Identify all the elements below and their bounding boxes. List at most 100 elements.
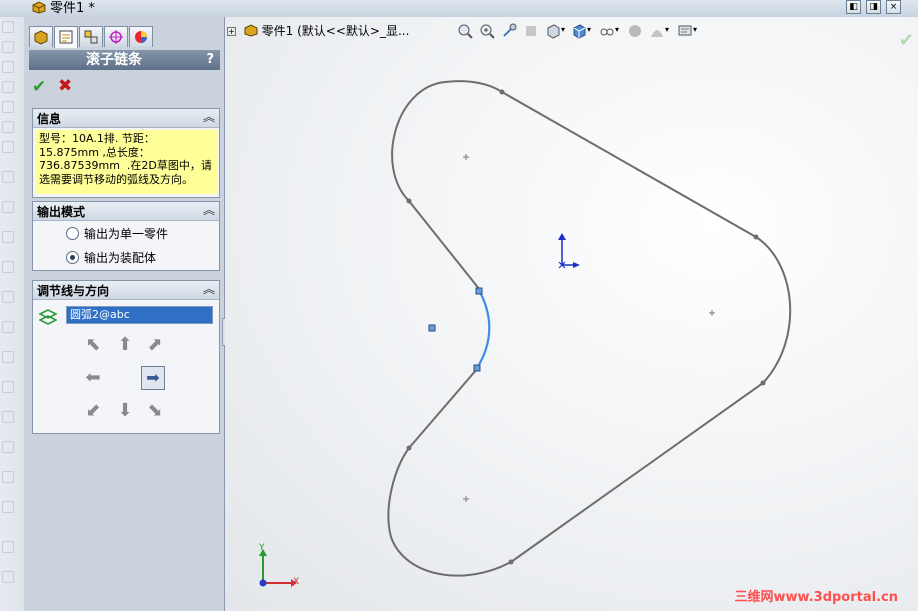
group-label: 信息 — [37, 112, 62, 126]
sketch-point — [499, 89, 505, 95]
watermark: 三维网www.3dportal.cn — [734, 590, 898, 605]
close-button[interactable]: × — [886, 0, 901, 14]
arrow-down-button[interactable]: ⬇ — [115, 400, 135, 421]
arrow-up-button[interactable]: ⬆ — [115, 334, 135, 355]
group-label: 调节线与方向 — [37, 284, 110, 298]
tool-icon[interactable] — [2, 541, 14, 553]
arrow-down-left-button[interactable]: ⬋ — [83, 400, 103, 421]
tool-icon[interactable] — [2, 81, 14, 93]
arc-endpoint-handle — [473, 364, 481, 372]
configuration-icon — [84, 30, 98, 44]
radio-button[interactable] — [66, 227, 79, 240]
radio-label: 输出为单一零件 — [84, 227, 169, 241]
tool-icon[interactable] — [2, 41, 14, 53]
radio-single-part[interactable]: 输出为单一零件 — [66, 225, 168, 242]
selection-box[interactable]: 圆弧2@abc — [66, 306, 213, 324]
feature-tree-icon — [34, 30, 48, 45]
color-wheel-icon — [135, 31, 147, 43]
selected-arc-points — [428, 287, 483, 372]
restore-button[interactable]: ◧ — [846, 0, 861, 14]
sketch-point — [753, 234, 759, 240]
tool-icon[interactable] — [2, 231, 14, 243]
help-icon[interactable]: ? — [206, 50, 214, 70]
collapse-chevron-icon[interactable]: ︽ — [203, 280, 215, 297]
tool-icon[interactable] — [2, 501, 14, 513]
tool-icon[interactable] — [2, 101, 14, 113]
sketch-origin-icon — [558, 233, 580, 269]
sketch-arc — [755, 236, 792, 384]
adjust-group-header[interactable]: 调节线与方向 ︽ — [33, 281, 219, 300]
collapse-chevron-icon[interactable]: ︽ — [203, 201, 215, 218]
tool-icon[interactable] — [2, 571, 14, 583]
tool-icon[interactable] — [2, 61, 14, 73]
part-document-icon — [32, 1, 46, 14]
radio-assembly[interactable]: 输出为装配体 — [66, 249, 156, 266]
reference-triad-icon — [259, 549, 297, 587]
property-sheet-icon — [59, 30, 73, 44]
tool-icon[interactable] — [2, 21, 14, 33]
center-mark — [463, 496, 469, 502]
tool-icon[interactable] — [2, 171, 14, 183]
tool-icon[interactable] — [2, 321, 14, 333]
graphics-area[interactable]: + 零件1 (默认<<默认>_显... ▾ ▾ ▾ ▾ ▾ ✔ Y X 三维网w… — [225, 17, 918, 611]
triad-x-label: X — [293, 577, 300, 587]
sketch-segment — [510, 382, 764, 563]
center-mark — [709, 310, 715, 316]
info-group-header[interactable]: 信息 ︽ — [33, 109, 219, 128]
chain-path-sketch — [387, 80, 792, 577]
radio-label: 输出为装配体 — [84, 251, 157, 265]
arrow-right-button[interactable]: ➡ — [141, 366, 165, 390]
sketch-toolbar-strip — [0, 17, 25, 611]
selection-list-icon — [39, 309, 57, 325]
group-label: 输出模式 — [37, 205, 86, 219]
window-title: 零件1 * — [50, 1, 95, 16]
tool-icon[interactable] — [2, 441, 14, 453]
arc-centers — [463, 154, 715, 502]
output-mode-group: 输出模式 ︽ 输出为单一零件 输出为装配体 — [32, 201, 220, 271]
collapse-chevron-icon[interactable]: ︽ — [203, 108, 215, 125]
adjust-line-direction-group: 调节线与方向 ︽ 圆弧2@abc ⬉ ⬆ ⬈ ⬅ ➡ ⬋ ⬇ ⬊ — [32, 280, 220, 434]
sketch-point — [406, 445, 412, 451]
tile-button[interactable]: ◨ — [866, 0, 881, 14]
feature-title: 滚子链条 — [86, 52, 142, 68]
sketch-point — [508, 559, 514, 565]
tab-dimxpert-manager[interactable] — [104, 26, 128, 47]
sketch-canvas[interactable] — [225, 17, 918, 611]
tool-icon[interactable] — [2, 121, 14, 133]
tool-icon[interactable] — [2, 381, 14, 393]
tool-icon[interactable] — [2, 141, 14, 153]
cancel-button[interactable]: ✖ — [58, 76, 72, 96]
sketch-point — [406, 198, 412, 204]
arc-center-handle — [428, 324, 436, 332]
triad-y-label: Y — [259, 543, 265, 553]
output-mode-group-header[interactable]: 输出模式 ︽ — [33, 202, 219, 221]
sketch-segment — [501, 91, 757, 238]
radio-button-selected[interactable] — [66, 251, 79, 264]
tab-display-manager[interactable] — [129, 26, 153, 47]
center-mark — [463, 154, 469, 160]
tool-icon[interactable] — [2, 351, 14, 363]
selected-arc — [476, 291, 491, 369]
arrow-up-right-button[interactable]: ⬈ — [145, 334, 165, 355]
arrow-left-button[interactable]: ⬅ — [83, 367, 103, 388]
sketch-point — [760, 380, 766, 386]
tool-icon[interactable] — [2, 411, 14, 423]
tab-configuration-manager[interactable] — [79, 26, 103, 47]
tool-icon[interactable] — [2, 291, 14, 303]
ok-button[interactable]: ✔ — [32, 77, 46, 97]
tab-feature-manager[interactable] — [29, 26, 53, 47]
arrow-down-right-button[interactable]: ⬊ — [145, 400, 165, 421]
tool-icon[interactable] — [2, 261, 14, 273]
sketch-segment — [408, 368, 478, 449]
crosshair-icon — [109, 30, 123, 44]
property-manager-header: 滚子链条 ? — [29, 50, 220, 70]
sketch-arc — [387, 447, 512, 577]
tool-icon[interactable] — [2, 201, 14, 213]
arrow-up-left-button[interactable]: ⬉ — [83, 334, 103, 355]
title-bar: 零件1 * ◧ ◨ × — [0, 0, 918, 18]
sketch-segment — [408, 200, 481, 291]
tab-property-manager[interactable] — [54, 26, 78, 48]
arc-endpoint-handle — [475, 287, 483, 295]
property-manager-panel: 滚子链条 ? ✔ ✖ 信息 ︽ 型号：10A.1排. 节距： 15.875mm … — [24, 17, 225, 611]
tool-icon[interactable] — [2, 471, 14, 483]
